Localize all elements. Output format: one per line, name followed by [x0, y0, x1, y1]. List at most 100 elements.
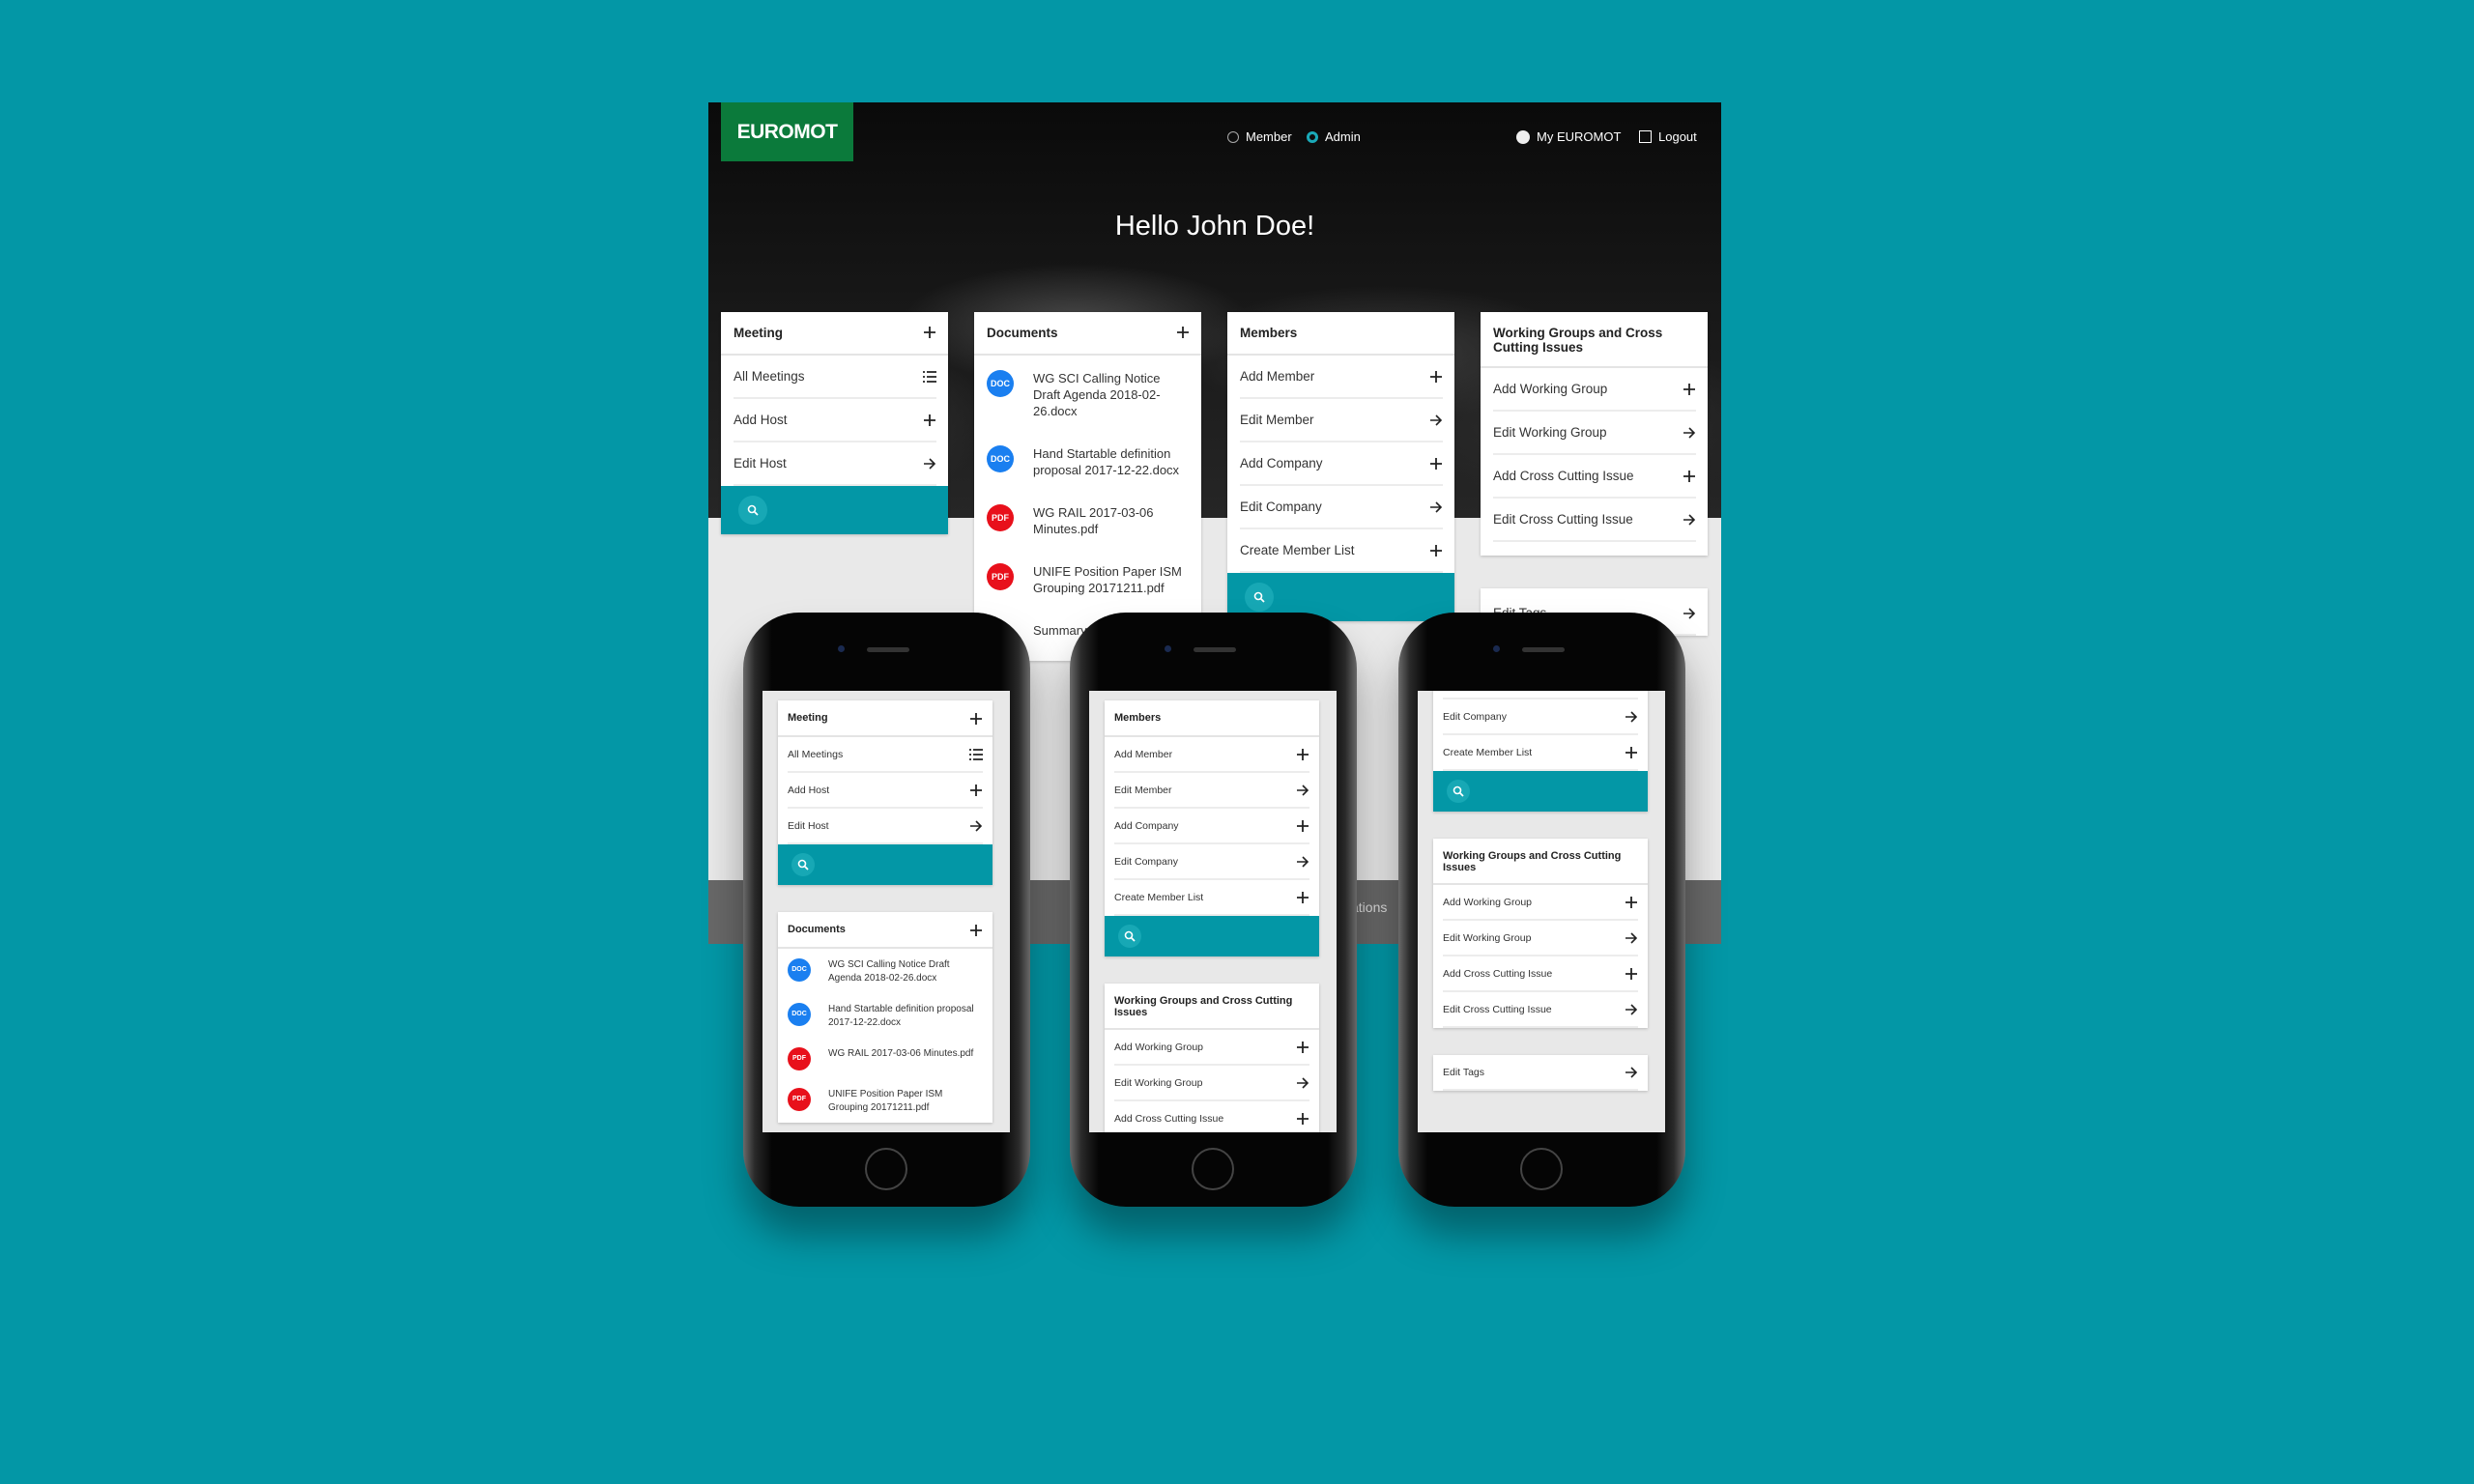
document-item[interactable]: PDF WG RAIL 2017-03-06 Minutes.pdf	[788, 1038, 983, 1078]
working_groups-card-header: Working Groups and Cross Cutting Issues	[1433, 839, 1648, 885]
working_groups-item[interactable]: Edit Working Group	[1443, 921, 1638, 956]
pdf-file-icon: PDF	[987, 563, 1014, 590]
meeting-item[interactable]: Add Host	[734, 399, 936, 442]
document-name: WG SCI Calling Notice Draft Agenda 2018-…	[1033, 371, 1161, 418]
plus-icon	[1625, 967, 1638, 981]
documents-card-title: Documents	[987, 326, 1058, 340]
meeting-card-header: Meeting	[778, 700, 992, 737]
role-member-label: Member	[1246, 129, 1292, 144]
working_groups-item[interactable]: Add Cross Cutting Issue	[1114, 1101, 1309, 1132]
working_groups-item-label: Add Cross Cutting Issue	[1443, 967, 1553, 980]
working_groups-item[interactable]: Add Cross Cutting Issue	[1493, 455, 1696, 499]
working_groups-card-title: Working Groups and Cross Cutting Issues	[1493, 326, 1663, 355]
role-admin-radio[interactable]: Admin	[1307, 129, 1361, 144]
members-item[interactable]: Add Company	[1443, 691, 1638, 699]
my-euromot-link[interactable]: My EUROMOT	[1516, 129, 1621, 144]
members-item[interactable]: Create Member List	[1240, 529, 1443, 573]
members-item[interactable]: Edit Company	[1114, 844, 1309, 880]
working_groups-item[interactable]: Edit Cross Cutting Issue	[1493, 499, 1696, 542]
members-item-label: Create Member List	[1443, 746, 1533, 758]
members-item[interactable]: Edit Member	[1240, 399, 1443, 442]
role-member-radio[interactable]: Member	[1227, 129, 1292, 144]
meeting-item-label: All Meetings	[734, 369, 805, 384]
logout-link[interactable]: Logout	[1639, 129, 1697, 144]
document-item[interactable]: PDF UNIFE Position Paper ISM Grouping 201…	[987, 549, 1190, 608]
document-item[interactable]: DOC Hand Startable definition proposal 20…	[788, 993, 983, 1038]
working_groups-item[interactable]: Edit Working Group	[1493, 412, 1696, 455]
search-button[interactable]	[1245, 583, 1274, 612]
working_groups-item-label: Add Working Group	[1493, 382, 1608, 396]
search-button[interactable]	[738, 496, 767, 525]
members-item[interactable]: Edit Member	[1114, 773, 1309, 809]
document-item[interactable]: DOC Hand Startable definition proposal 20…	[987, 431, 1190, 490]
document-item[interactable]: PDF UNIFE Position Paper ISM Grouping 201…	[788, 1078, 983, 1123]
user-icon	[1516, 129, 1530, 144]
members-item[interactable]: Create Member List	[1114, 880, 1309, 916]
document-item[interactable]: DOC WG SCI Calling Notice Draft Agenda 20…	[788, 949, 983, 993]
meeting-search-bar[interactable]	[721, 486, 948, 534]
members-search-bar[interactable]	[1105, 916, 1319, 956]
add-meeting-button[interactable]	[969, 712, 983, 726]
working_groups-item[interactable]: Edit Working Group	[1114, 1066, 1309, 1101]
members-item[interactable]: Edit Company	[1240, 486, 1443, 529]
radio-selected-icon	[1307, 130, 1318, 143]
role-admin-label: Admin	[1325, 129, 1361, 144]
plus-icon	[1429, 370, 1443, 384]
meeting-item[interactable]: All Meetings	[734, 356, 936, 399]
add-meeting-button[interactable]	[923, 326, 936, 339]
working_groups-item[interactable]: Edit Cross Cutting Issue	[1443, 992, 1638, 1028]
search-button[interactable]	[1447, 780, 1470, 803]
members-item[interactable]: Add Company	[1114, 809, 1309, 844]
working_groups-item[interactable]: Add Working Group	[1443, 885, 1638, 921]
doc-file-icon: DOC	[987, 445, 1014, 472]
list-icon	[969, 748, 983, 760]
plus-icon	[1625, 746, 1638, 759]
phone-mockup-2: Members Add Member Edit Member Add Company E…	[1070, 613, 1357, 1207]
meeting-item-label: All Meetings	[788, 748, 844, 760]
members-item[interactable]: Edit Company	[1443, 699, 1638, 735]
members-search-bar[interactable]	[1433, 771, 1648, 812]
members-item[interactable]: Add Member	[1114, 737, 1309, 773]
list-icon	[923, 370, 936, 383]
meeting-item[interactable]: Edit Host	[788, 809, 983, 844]
add-documents-button[interactable]	[969, 924, 983, 937]
members-card-header: Members	[1227, 312, 1454, 356]
documents-card-title: Documents	[788, 924, 846, 935]
document-name: Hand Startable definition proposal 2017-…	[828, 1004, 974, 1028]
meeting-item[interactable]: Add Host	[788, 773, 983, 809]
arrow-right-icon	[1683, 607, 1696, 620]
working_groups-item[interactable]: Add Working Group	[1493, 368, 1696, 412]
arrow-right-icon	[1429, 500, 1443, 514]
members-item[interactable]: Add Company	[1240, 442, 1443, 486]
plus-icon	[1683, 383, 1696, 396]
phone-mockup-1: Meeting All Meetings Add Host Edit Host Docu…	[743, 613, 1030, 1207]
working_groups-item-label: Add Working Group	[1443, 896, 1533, 908]
greeting: Hello John Doe!	[1114, 211, 1315, 242]
working_groups-item[interactable]: Add Cross Cutting Issue	[1443, 956, 1638, 992]
phone-screen: Meeting All Meetings Add Host Edit Host Docu…	[762, 691, 1010, 1132]
arrow-right-icon	[969, 819, 983, 833]
members-item[interactable]: Create Member List	[1443, 735, 1638, 771]
working_groups-item[interactable]: Add Working Group	[1114, 1030, 1309, 1066]
home-button	[865, 1148, 907, 1190]
search-button[interactable]	[1118, 925, 1141, 948]
document-name: UNIFE Position Paper ISM Grouping 201712…	[1033, 564, 1182, 595]
members-item[interactable]: Add Member	[1240, 356, 1443, 399]
members-item-label: Edit Member	[1240, 413, 1314, 427]
meeting-search-bar[interactable]	[778, 844, 992, 885]
plus-icon	[1296, 1041, 1309, 1054]
working_groups-item-label: Edit Cross Cutting Issue	[1493, 512, 1633, 527]
euromot-logo[interactable]: EUROMOT	[721, 102, 853, 161]
add-documents-button[interactable]	[1176, 326, 1190, 339]
document-item[interactable]: DOC WG SCI Calling Notice Draft Agenda 20…	[987, 356, 1190, 431]
documents-card-header: Documents	[974, 312, 1201, 356]
members-card-title: Members	[1240, 326, 1298, 340]
arrow-right-icon	[1683, 513, 1696, 527]
doc-file-icon: DOC	[788, 1003, 811, 1026]
search-button[interactable]	[791, 853, 815, 876]
members-item-label: Add Member	[1114, 748, 1173, 760]
meeting-item[interactable]: Edit Host	[734, 442, 936, 486]
meeting-item[interactable]: All Meetings	[788, 737, 983, 773]
tags-item[interactable]: Edit Tags	[1443, 1055, 1638, 1091]
document-item[interactable]: PDF WG RAIL 2017-03-06 Minutes.pdf	[987, 490, 1190, 549]
